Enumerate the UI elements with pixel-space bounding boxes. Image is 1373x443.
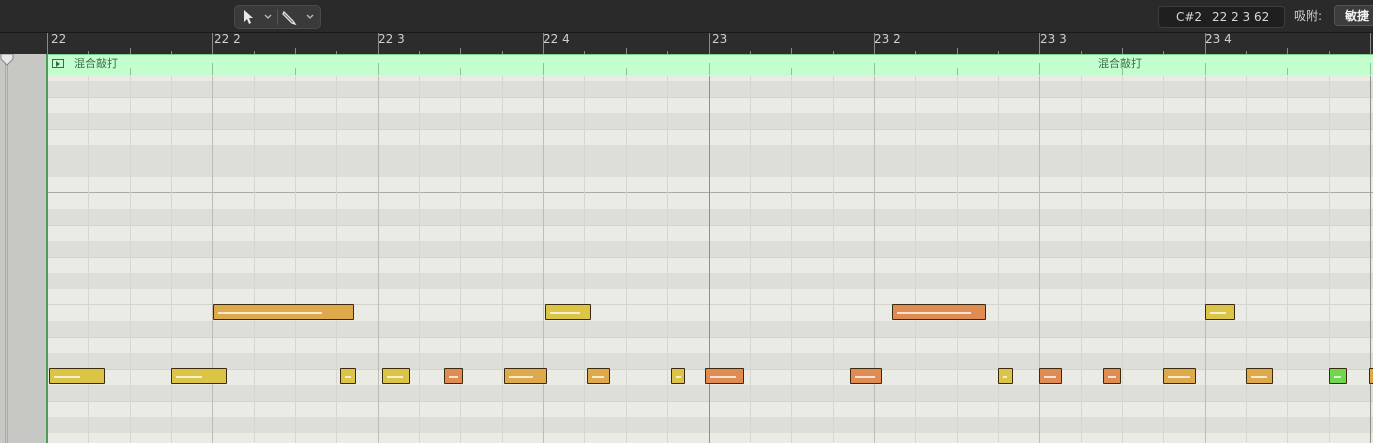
ruler-label-22: 22 bbox=[51, 32, 67, 46]
midi-note[interactable] bbox=[1163, 368, 1196, 384]
region-name-right: 混合敲打 bbox=[1098, 57, 1142, 70]
midi-note[interactable] bbox=[1103, 368, 1121, 384]
playhead-icon[interactable] bbox=[0, 54, 14, 66]
region-play-icon bbox=[52, 59, 64, 68]
readout-pitch: C#2 bbox=[1176, 10, 1203, 24]
midi-note[interactable] bbox=[1039, 368, 1062, 384]
midi-note[interactable] bbox=[1246, 368, 1273, 384]
toolbar: C#2 22 2 3 62 吸附: 敏捷 bbox=[0, 0, 1373, 33]
left-gutter bbox=[0, 54, 46, 443]
midi-note[interactable] bbox=[671, 368, 685, 384]
ruler-label-23-2: 23 2 bbox=[874, 32, 901, 46]
snap-dropdown[interactable]: 敏捷 bbox=[1334, 5, 1373, 26]
position-readout: C#2 22 2 3 62 bbox=[1158, 6, 1285, 28]
ruler-label-23-4: 23 4 bbox=[1205, 32, 1232, 46]
midi-note[interactable] bbox=[892, 304, 986, 320]
region-name-left: 混合敲打 bbox=[74, 57, 118, 70]
midi-note[interactable] bbox=[850, 368, 882, 384]
readout-position: 22 2 3 62 bbox=[1212, 10, 1270, 24]
tool-selector bbox=[234, 5, 321, 29]
ruler-label-23: 23 bbox=[712, 32, 728, 46]
midi-note[interactable] bbox=[587, 368, 610, 384]
ruler-label-22-4: 22 4 bbox=[543, 32, 570, 46]
midi-note[interactable] bbox=[49, 368, 105, 384]
ruler-label-23-3: 23 3 bbox=[1040, 32, 1067, 46]
midi-note[interactable] bbox=[382, 368, 410, 384]
piano-roll-grid[interactable] bbox=[47, 76, 1373, 443]
pencil-tool-button[interactable] bbox=[278, 6, 320, 28]
midi-note[interactable] bbox=[705, 368, 744, 384]
midi-note[interactable] bbox=[213, 304, 354, 320]
region-start-edge bbox=[46, 54, 48, 443]
snap-label: 吸附: bbox=[1294, 9, 1323, 23]
midi-note[interactable] bbox=[504, 368, 547, 384]
midi-note[interactable] bbox=[1329, 368, 1347, 384]
pointer-tool-icon bbox=[244, 10, 272, 24]
midi-note[interactable] bbox=[444, 368, 463, 384]
pencil-tool-icon bbox=[282, 10, 314, 25]
ruler-label-22-3: 22 3 bbox=[378, 32, 405, 46]
midi-note[interactable] bbox=[545, 304, 591, 320]
midi-note[interactable] bbox=[1369, 368, 1373, 384]
midi-note[interactable] bbox=[340, 368, 356, 384]
bar-ruler[interactable]: 22 22 2 22 3 22 4 23 23 2 23 3 23 4 bbox=[0, 33, 1373, 54]
midi-note[interactable] bbox=[998, 368, 1013, 384]
midi-note[interactable] bbox=[171, 368, 227, 384]
midi-note[interactable] bbox=[1205, 304, 1235, 320]
region-header[interactable]: 混合敲打 混合敲打 bbox=[47, 54, 1373, 77]
ruler-label-22-2: 22 2 bbox=[214, 32, 241, 46]
pointer-tool-button[interactable] bbox=[235, 6, 277, 28]
